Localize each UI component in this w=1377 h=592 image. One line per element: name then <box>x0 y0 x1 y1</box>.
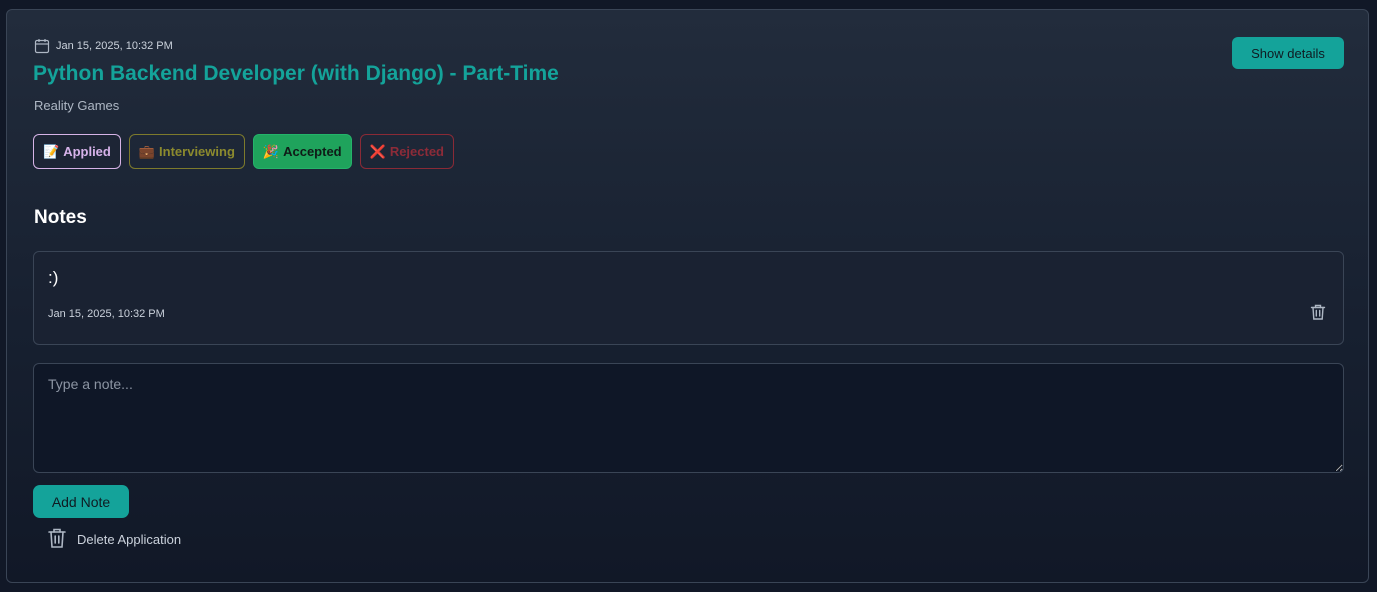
delete-note-button[interactable] <box>1308 303 1328 323</box>
company-name: Reality Games <box>34 98 120 113</box>
show-details-button[interactable]: Show details <box>1232 37 1344 69</box>
status-label: Accepted <box>283 144 342 159</box>
application-date: Jan 15, 2025, 10:32 PM <box>56 40 173 52</box>
trash-icon <box>1309 304 1327 324</box>
delete-application-button[interactable]: Delete Application <box>47 527 181 552</box>
status-label: Rejected <box>389 144 445 159</box>
status-label: Interviewing <box>159 144 235 159</box>
party-popper-icon: 🎉 <box>262 143 280 159</box>
note-input[interactable] <box>33 363 1344 473</box>
delete-application-label: Delete Application <box>77 532 182 547</box>
calendar-icon <box>34 38 50 54</box>
add-note-button[interactable]: Add Note <box>33 485 129 518</box>
status-interviewing-button[interactable]: 💼 Interviewing <box>128 134 245 169</box>
job-title: Python Backend Developer (with Django) -… <box>33 62 559 85</box>
cross-mark-icon: ❌ <box>369 143 386 159</box>
status-accepted-button[interactable]: 🎉 Accepted <box>252 134 352 169</box>
memo-icon: 📝 <box>43 143 60 159</box>
status-buttons: 📝 Applied 💼 Interviewing 🎉 Accepted ❌ Re… <box>33 134 455 169</box>
notes-heading: Notes <box>34 207 87 228</box>
application-card: Jan 15, 2025, 10:32 PM Python Backend De… <box>6 9 1369 583</box>
note-text: :) <box>48 268 59 287</box>
status-rejected-button[interactable]: ❌ Rejected <box>359 134 455 169</box>
application-date-row: Jan 15, 2025, 10:32 PM <box>34 38 173 54</box>
status-applied-button[interactable]: 📝 Applied <box>33 134 121 169</box>
trash-icon <box>47 527 67 552</box>
note-date: Jan 15, 2025, 10:32 PM <box>48 308 165 320</box>
note-item: :) Jan 15, 2025, 10:32 PM <box>33 251 1344 345</box>
briefcase-icon: 💼 <box>138 143 156 159</box>
status-label: Applied <box>63 144 111 159</box>
